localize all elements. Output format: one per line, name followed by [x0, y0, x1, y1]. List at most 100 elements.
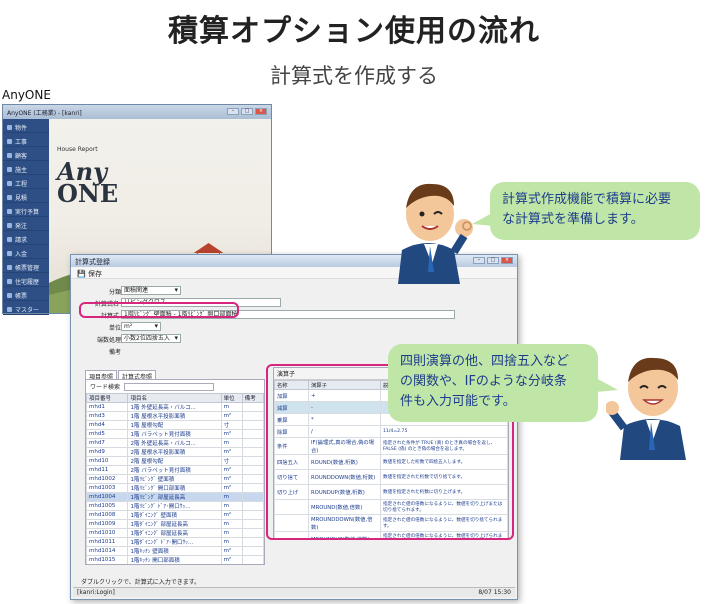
maximize-button[interactable]: □	[487, 257, 499, 264]
table-cell: m	[220, 492, 243, 502]
sidebar-item-label: 発注	[15, 222, 28, 230]
col-unit[interactable]: 単位	[220, 393, 243, 403]
table-cell	[241, 510, 264, 520]
col-item-number[interactable]: 項目番号	[86, 393, 129, 403]
table-row[interactable]: mhd4 1階 屋根勾配寸	[86, 420, 264, 430]
sidebar-item-label: 帳票	[15, 292, 28, 300]
table-cell: mhd1005	[86, 501, 129, 511]
col-item-name[interactable]: 項目名	[127, 393, 222, 403]
table-cell	[241, 456, 264, 466]
table-cell: 2階 バラペット見付面積	[127, 465, 222, 475]
table-cell: 寸	[220, 456, 243, 466]
minimize-button[interactable]: –	[227, 108, 239, 115]
logo-line2: ONE	[57, 179, 119, 208]
table-cell: m	[220, 519, 243, 529]
sidebar-item-seshu[interactable]: 施主	[3, 161, 49, 175]
table-cell	[241, 501, 264, 511]
sidebar-item-master[interactable]: マスター	[3, 301, 49, 315]
sidebar-item-kouji[interactable]: 工事	[3, 133, 49, 147]
close-button[interactable]: ×	[255, 108, 267, 115]
table-row[interactable]: mhd10 2階 屋根勾配寸	[86, 456, 264, 466]
close-button[interactable]: ×	[501, 257, 513, 264]
table-row[interactable]: mhd1005 1階ﾘﾋﾞﾝｸﾞ ﾄﾞｱ･開口ｻｯ... m	[86, 501, 264, 511]
table-cell: mhd10	[86, 456, 129, 466]
table-row[interactable]: mhd1015 1階ｷｯﾁﾝ 開口部面積 m²	[86, 555, 264, 564]
maximize-button[interactable]: □	[241, 108, 253, 115]
menu-icon	[7, 292, 12, 298]
sidebar-item-jutaku[interactable]: 住宅履歴	[3, 273, 49, 287]
table-row[interactable]: mhd5 1階 バラペット見付面積 m²	[86, 429, 264, 439]
table-row[interactable]: mhd1009 1階ﾀﾞｲﾆﾝｸﾞ 部屋延長高 m	[86, 519, 264, 529]
window-controls: – □ ×	[473, 257, 513, 265]
table-cell: 1階ﾘﾋﾞﾝｸﾞ 部屋延長高	[127, 492, 222, 502]
sidebar-item-yosan[interactable]: 実行予算	[3, 203, 49, 217]
table-cell: 1階 バラペット見付面積	[127, 429, 222, 439]
status-time: 8/07 15:30	[478, 589, 511, 596]
table-cell	[241, 474, 264, 484]
sidebar-item-kokyaku[interactable]: 顧客	[3, 147, 49, 161]
table-cell	[241, 438, 264, 448]
rounding-label: 端数処理	[97, 337, 122, 344]
table-cell: mhd1010	[86, 528, 129, 538]
app-label: AnyONE	[2, 88, 51, 102]
page-title: 積算オプション使用の流れ	[168, 14, 540, 49]
save-button[interactable]: 💾 保存	[77, 270, 102, 278]
table-row[interactable]: mhd11 2階 バラペット見付面積 m²	[86, 465, 264, 475]
table-row[interactable]: mhd1011 1階ﾀﾞｲﾆﾝｸﾞ ﾄﾞｱ･開口ｻｯ... m	[86, 537, 264, 547]
table-cell: mhd7	[86, 438, 129, 448]
table-cell: mhd1004	[86, 492, 129, 502]
sidebar-item-bukken[interactable]: 物件	[3, 119, 49, 133]
sidebar-item-label: 入金	[15, 250, 28, 258]
category-select[interactable]: 面積関連	[121, 286, 181, 295]
col-note[interactable]: 備考	[241, 393, 264, 403]
sidebar-item-hacchu[interactable]: 発注	[3, 217, 49, 231]
table-cell: m	[220, 528, 243, 538]
table-cell	[241, 555, 264, 564]
table-row[interactable]: mhd3 1階 屋根水平投影面積 m²	[86, 411, 264, 421]
bubble1-line1: 計算式作成機能で積算に必要	[502, 192, 672, 207]
status-bar: [kanri:Login] 8/07 15:30	[73, 587, 515, 597]
double-click-hint: ダブルクリックで、計算式に入力できます。	[81, 579, 201, 586]
table-cell	[241, 411, 264, 421]
word-search-input[interactable]	[124, 382, 215, 391]
table-row[interactable]: mhd9 2階 屋根水平投影面積 m²	[86, 447, 264, 457]
bubble2-line3: 件も入力可能です。	[400, 394, 516, 409]
table-cell: 1階 外壁延長高・バルコ...	[127, 402, 222, 412]
table-row[interactable]: mhd1003 1階ﾘﾋﾞﾝｸﾞ 開口部面積 m²	[86, 483, 264, 493]
table-cell: mhd5	[86, 429, 129, 439]
calc-window-title: 計算式登録	[75, 258, 110, 266]
table-row[interactable]: mhd1004 1階ﾘﾋﾞﾝｸﾞ 部屋延長高 m	[86, 492, 264, 502]
sidebar-item-label: 帳票管理	[15, 264, 40, 272]
unit-select[interactable]: m²	[121, 322, 161, 331]
menu-icon	[7, 278, 12, 284]
save-label: 保存	[87, 270, 102, 278]
sidebar-item-label: マスター	[15, 306, 40, 314]
sidebar-item-mitsumori[interactable]: 見積	[3, 189, 49, 203]
table-row[interactable]: mhd7 2階 外壁延長高・バルコ... m	[86, 438, 264, 448]
table-cell: m²	[220, 429, 243, 439]
bubble2-line1: 四則演算の他、四捨五入など	[400, 354, 570, 369]
sidebar-item-label: 顧客	[15, 152, 28, 160]
menu-icon	[7, 180, 12, 186]
sidebar-item-nyukin[interactable]: 入金	[3, 245, 49, 259]
table-cell: m²	[220, 465, 243, 475]
table-cell: m²	[220, 411, 243, 421]
sidebar-item-chohyo-kanri[interactable]: 帳票管理	[3, 259, 49, 273]
table-cell: 2階 屋根勾配	[127, 456, 222, 466]
sidebar-item-label: 工事	[15, 138, 28, 146]
table-row[interactable]: mhd1008 1階ﾀﾞｲﾆﾝｸﾞ 壁面積 m²	[86, 510, 264, 520]
table-cell: mhd1	[86, 402, 129, 412]
sidebar-item-seikyu[interactable]: 請求	[3, 231, 49, 245]
table-row[interactable]: mhd1014 1階ｷｯﾁﾝ 壁面積 m²	[86, 546, 264, 556]
sidebar-item-koutei[interactable]: 工程	[3, 175, 49, 189]
table-cell: mhd1008	[86, 510, 129, 520]
table-row[interactable]: mhd1 1階 外壁延長高・バルコ... m	[86, 402, 264, 412]
sidebar-item-chohyo[interactable]: 帳票	[3, 287, 49, 301]
table-row[interactable]: mhd1010 1階ﾀﾞｲﾆﾝｸﾞ 部屋延長高 m	[86, 528, 264, 538]
table-row[interactable]: mhd1002 1階ﾘﾋﾞﾝｸﾞ 壁面積 m²	[86, 474, 264, 484]
sidebar-item-label: 住宅履歴	[15, 278, 40, 286]
rounding-select[interactable]: 小数2位四捨五入	[121, 334, 181, 343]
bubble2-line2: の関数や、IFのような分岐条	[400, 374, 567, 389]
item-table: 項目番号 項目名 単位 備考 mhd1 1階 外壁延長高・バルコ... m mhd3 1…	[86, 393, 264, 564]
bubble1-line2: な計算式を準備します。	[502, 212, 644, 227]
